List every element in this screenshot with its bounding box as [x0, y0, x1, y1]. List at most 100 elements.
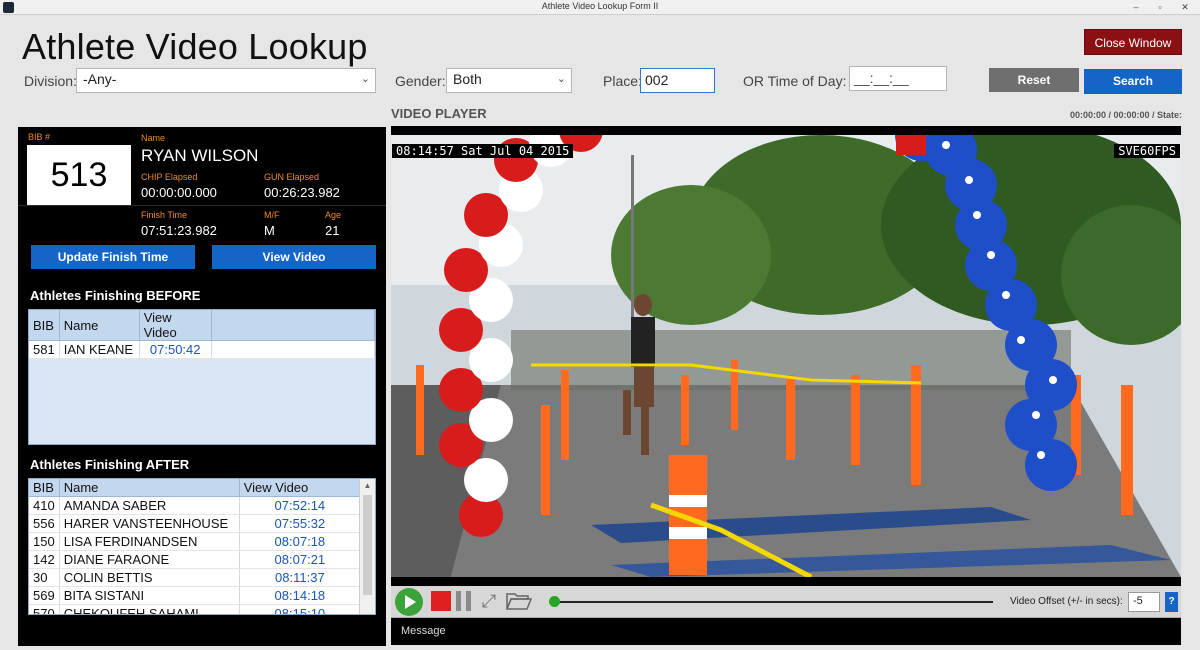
row-name: BITA SISTANI — [59, 586, 240, 605]
column-header-view-video[interactable]: View Video — [239, 479, 362, 497]
chip-elapsed: 00:00:00.000 — [141, 185, 217, 200]
bib-label: BIB # — [28, 132, 51, 142]
chevron-down-icon: ⌄ — [360, 73, 370, 85]
table-row[interactable]: 30 COLIN BETTIS 08:11:37 — [29, 568, 362, 587]
after-table: BIB Name View Video 410 AMANDA SABER 07:52… — [28, 478, 376, 615]
video-timestamp: 08:14:57 Sat Jul 04 2015 — [392, 144, 574, 158]
before-table: BIB Name View Video 581 IAN KEANE 07:50:… — [28, 309, 376, 445]
row-video-link[interactable]: 08:15:10 — [239, 604, 362, 614]
close-window-icon[interactable]: ✕ — [1174, 0, 1196, 14]
row-bib: 569 — [29, 586, 60, 605]
video-offset-input[interactable]: -5 — [1128, 592, 1160, 612]
page-title: Athlete Video Lookup — [22, 26, 368, 67]
before-title: Athletes Finishing BEFORE — [30, 288, 201, 303]
athlete-name: RYAN WILSON — [141, 146, 259, 165]
video-controls: ⤢ Video Offset (+/- in secs): -5 ? — [391, 586, 1181, 618]
time-input[interactable]: __:__:__ — [849, 66, 947, 91]
gender-field-label: M/F — [264, 210, 280, 220]
finish-time: 07:51:23.982 — [141, 223, 217, 238]
finish-label: Finish Time — [141, 210, 188, 220]
message-bar: Message — [391, 618, 1181, 645]
gun-elapsed: 00:26:23.982 — [264, 185, 340, 200]
gender-select[interactable]: Both ⌄ — [446, 68, 572, 93]
row-name: DIANE FARAONE — [59, 550, 240, 569]
chevron-down-icon: ⌄ — [556, 73, 566, 85]
name-label: Name — [141, 133, 166, 143]
scroll-thumb[interactable] — [363, 495, 372, 595]
division-select[interactable]: -Any- ⌄ — [76, 68, 376, 93]
row-video-link[interactable]: 07:52:14 — [239, 496, 362, 515]
reset-button[interactable]: Reset — [989, 68, 1079, 92]
column-header-bib[interactable]: BIB — [29, 310, 60, 341]
close-window-button[interactable]: Close Window — [1084, 29, 1182, 55]
pause-icon[interactable] — [454, 591, 474, 611]
row-bib: 150 — [29, 532, 60, 551]
table-row[interactable]: 569 BITA SISTANI 08:14:18 — [29, 586, 362, 605]
gender-field: M — [264, 223, 275, 238]
gender-value: Both — [453, 71, 482, 87]
table-row[interactable]: 410 AMANDA SABER 07:52:14 — [29, 496, 362, 515]
search-button[interactable]: Search — [1084, 69, 1182, 94]
video-player-title: VIDEO PLAYER — [391, 106, 487, 121]
row-name: IAN KEANE — [59, 340, 140, 359]
column-header-name[interactable]: Name — [59, 479, 240, 497]
window-title: Athlete Video Lookup Form II — [541, 1, 659, 11]
help-button[interactable]: ? — [1165, 592, 1178, 612]
minimize-icon[interactable]: – — [1125, 0, 1147, 14]
column-header-view-video[interactable]: View Video — [139, 310, 212, 341]
chip-label: CHIP Elapsed — [141, 172, 198, 182]
seek-track[interactable] — [551, 601, 993, 603]
folder-open-icon[interactable] — [506, 591, 532, 611]
video-frame[interactable] — [391, 126, 1181, 586]
table-row[interactable]: 150 LISA FERDINANDSEN 08:07:18 — [29, 532, 362, 551]
fullscreen-icon[interactable]: ⤢ — [479, 591, 499, 611]
division-label: Division: — [24, 73, 77, 89]
row-bib: 581 — [29, 340, 60, 359]
place-label: Place: — [603, 73, 642, 89]
row-name: HARER VANSTEENHOUSE — [59, 514, 240, 533]
row-video-link[interactable]: 08:11:37 — [239, 568, 362, 587]
video-scene — [391, 135, 1181, 577]
row-bib: 410 — [29, 496, 60, 515]
row-bib: 556 — [29, 514, 60, 533]
view-video-button[interactable]: View Video — [212, 245, 376, 269]
update-finish-time-button[interactable]: Update Finish Time — [31, 245, 195, 269]
row-video-link[interactable]: 08:14:18 — [239, 586, 362, 605]
row-video-link[interactable]: 08:07:18 — [239, 532, 362, 551]
maximize-icon[interactable]: ▫ — [1149, 0, 1171, 14]
video-fps-label: SVE60FPS — [1114, 144, 1180, 158]
after-title: Athletes Finishing AFTER — [30, 457, 190, 472]
play-icon[interactable] — [395, 588, 423, 616]
row-bib: 30 — [29, 568, 60, 587]
window-titlebar: Athlete Video Lookup Form II – ▫ ✕ — [0, 0, 1200, 15]
place-input[interactable]: 002 — [640, 68, 715, 93]
row-video-link[interactable]: 07:55:32 — [239, 514, 362, 533]
bib-number: 513 — [27, 145, 131, 205]
age-field: 21 — [325, 223, 340, 238]
table-row[interactable]: 142 DIANE FARAONE 08:07:21 — [29, 550, 362, 569]
seek-handle[interactable] — [549, 596, 560, 607]
table-row[interactable]: 556 HARER VANSTEENHOUSE 07:55:32 — [29, 514, 362, 533]
row-name: COLIN BETTIS — [59, 568, 240, 587]
column-header-filler — [211, 310, 375, 341]
row-video-link[interactable]: 07:50:42 — [139, 340, 212, 359]
stop-icon[interactable] — [431, 591, 451, 611]
time-label: OR Time of Day: — [743, 73, 847, 89]
table-row[interactable]: 570 CHEKOUFEH SAHAMI 08:15:10 — [29, 604, 362, 614]
video-offset-label: Video Offset (+/- in secs): — [1010, 596, 1123, 607]
row-bib: 142 — [29, 550, 60, 569]
row-name: LISA FERDINANDSEN — [59, 532, 240, 551]
gender-label: Gender: — [395, 73, 446, 89]
row-video-link[interactable]: 08:07:21 — [239, 550, 362, 569]
division-value: -Any- — [83, 71, 117, 87]
column-header-name[interactable]: Name — [59, 310, 140, 341]
row-name: AMANDA SABER — [59, 496, 240, 515]
scrollbar[interactable]: ▲ — [359, 479, 375, 614]
athlete-panel: BIB # 513 Name RYAN WILSON CHIP Elapsed … — [18, 127, 386, 646]
divider — [18, 205, 386, 206]
scroll-up-icon[interactable]: ▲ — [360, 479, 375, 493]
table-row[interactable]: 581 IAN KEANE 07:50:42 — [29, 340, 375, 359]
gun-label: GUN Elapsed — [264, 172, 320, 182]
video-status: 00:00:00 / 00:00:00 / State: — [1069, 110, 1182, 120]
column-header-bib[interactable]: BIB — [29, 479, 60, 497]
